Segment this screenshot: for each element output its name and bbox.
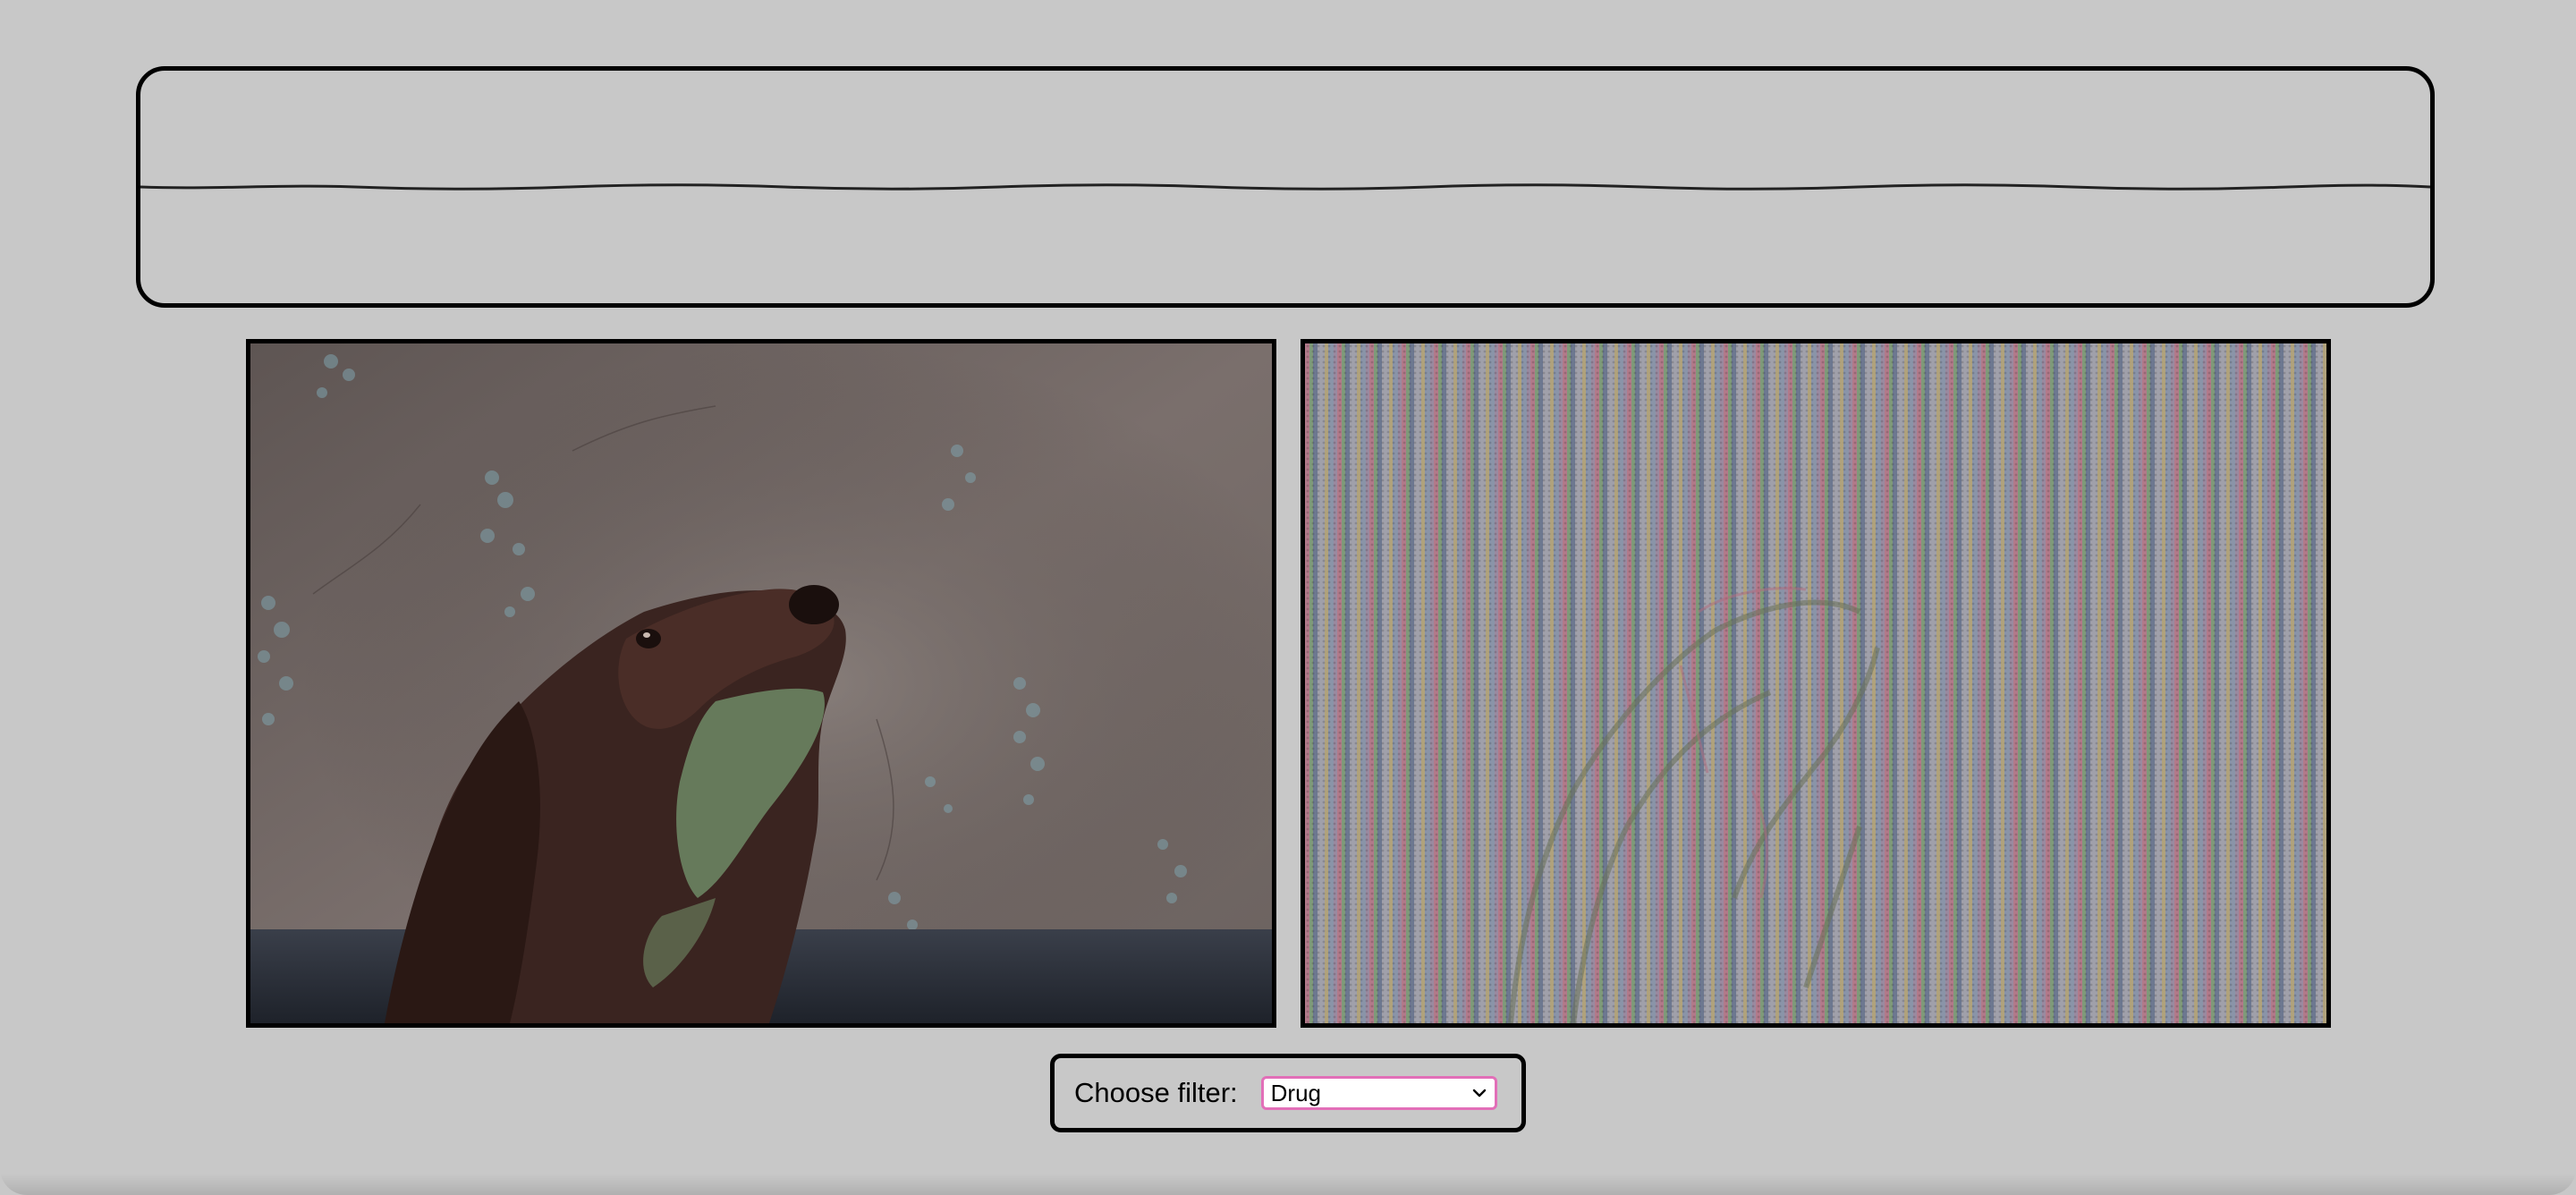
chevron-down-icon [1472,1089,1486,1098]
original-video [246,339,1276,1028]
header-panel [136,66,2435,308]
bottom-shade [0,1174,2576,1195]
filter-controls: Choose filter: Drug [1050,1054,1526,1132]
header-divider [140,182,2430,194]
filtered-video [1301,339,2331,1028]
filter-select-value: Drug [1270,1079,1321,1106]
filter-select[interactable]: Drug [1260,1076,1497,1110]
app-page: Choose filter: Drug [0,0,2576,1195]
filter-label: Choose filter: [1074,1077,1238,1108]
